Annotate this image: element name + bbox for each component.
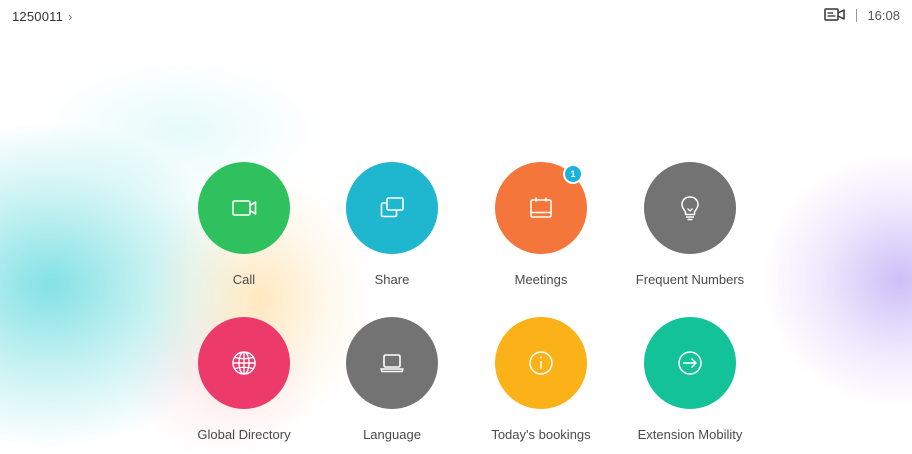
- meetings-button[interactable]: 1: [495, 162, 587, 254]
- globe-icon: [232, 351, 256, 375]
- frequent-numbers-label: Frequent Numbers: [635, 272, 745, 287]
- device-number-button[interactable]: 1250011 ›: [12, 9, 73, 24]
- laptop-icon: [380, 354, 404, 373]
- global-directory-tile[interactable]: Global Directory: [164, 317, 324, 442]
- extension-mobility-button[interactable]: [644, 317, 736, 409]
- chevron-right-icon: ›: [68, 9, 73, 24]
- language-button[interactable]: [346, 317, 438, 409]
- global-directory-label: Global Directory: [197, 427, 291, 442]
- video-camera-icon: [232, 200, 257, 216]
- home-screen: 1250011 › 16:08 Call Share 1 Meetings Fr…: [0, 0, 912, 454]
- todays-bookings-tile[interactable]: Today's bookings: [461, 317, 621, 442]
- frequent-numbers-tile[interactable]: Frequent Numbers: [610, 162, 770, 287]
- todays-bookings-button[interactable]: [495, 317, 587, 409]
- todays-bookings-label: Today's bookings: [491, 427, 591, 442]
- extension-mobility-label: Extension Mobility: [637, 427, 743, 442]
- calendar-icon: [530, 197, 552, 218]
- clock-time: 16:08: [867, 7, 900, 23]
- meetings-count-badge: 1: [563, 164, 583, 184]
- call-tile[interactable]: Call: [164, 162, 324, 287]
- meetings-label: Meetings: [514, 272, 568, 287]
- language-tile[interactable]: Language: [312, 317, 472, 442]
- meetings-tile[interactable]: 1 Meetings: [461, 162, 621, 287]
- status-divider: [856, 8, 858, 22]
- info-icon: [529, 351, 553, 375]
- status-area: 16:08: [824, 7, 900, 23]
- language-label: Language: [363, 427, 421, 442]
- share-button[interactable]: [346, 162, 438, 254]
- video-device-icon[interactable]: [824, 7, 846, 23]
- call-label: Call: [232, 272, 256, 287]
- share-tile[interactable]: Share: [312, 162, 472, 287]
- lightbulb-icon: [681, 196, 699, 221]
- frequent-numbers-button[interactable]: [644, 162, 736, 254]
- extension-mobility-tile[interactable]: Extension Mobility: [610, 317, 770, 442]
- background-glow-purple: [760, 150, 912, 410]
- sign-in-arrow-icon: [678, 351, 702, 375]
- global-directory-button[interactable]: [198, 317, 290, 409]
- share-screens-icon: [380, 197, 404, 218]
- device-number: 1250011: [12, 9, 64, 24]
- call-button[interactable]: [198, 162, 290, 254]
- share-label: Share: [374, 272, 410, 287]
